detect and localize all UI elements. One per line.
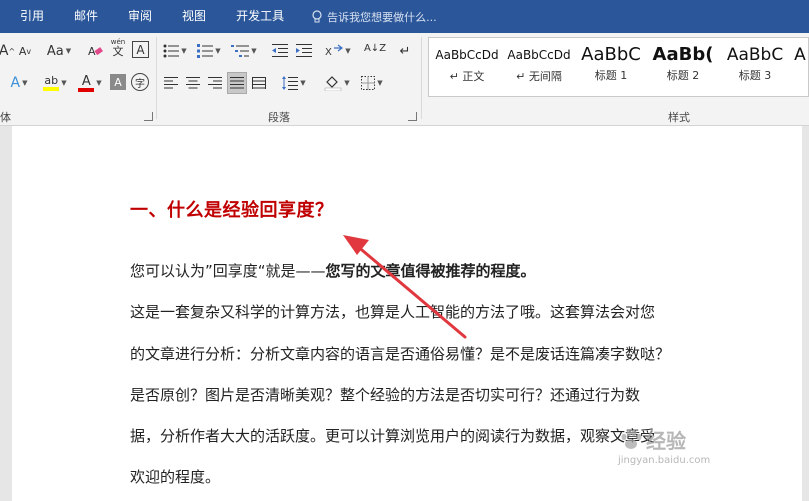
watermark: 经验 jingyan.baidu.com — [618, 425, 710, 466]
paw-logo-icon — [621, 429, 642, 449]
watermark-brand: 经验 — [646, 429, 686, 453]
watermark-url: jingyan.baidu.com — [618, 455, 711, 466]
